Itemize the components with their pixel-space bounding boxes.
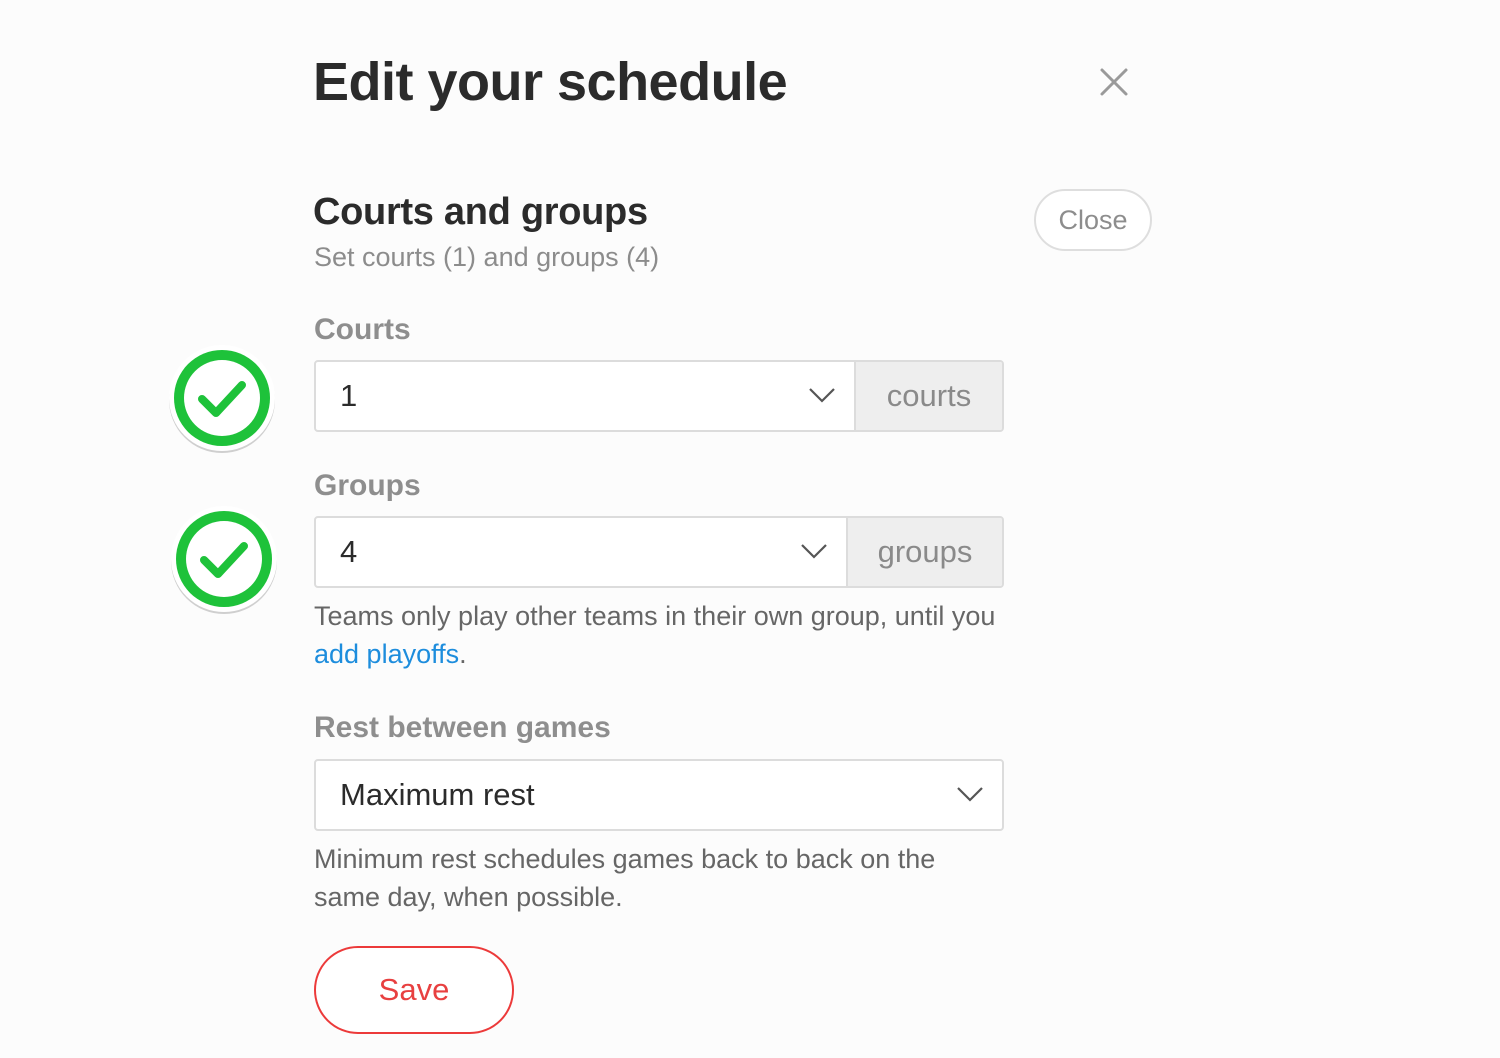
section-title: Courts and groups <box>313 191 648 233</box>
check-circle-icon <box>171 506 277 614</box>
courts-unit: courts <box>854 362 1002 430</box>
rest-field: Maximum rest <box>314 759 1004 831</box>
chevron-down-icon <box>809 388 835 403</box>
rest-select[interactable]: Maximum rest <box>316 761 1002 829</box>
courts-field: 1 courts <box>314 360 1004 432</box>
groups-unit: groups <box>846 518 1002 586</box>
close-button[interactable]: Close <box>1034 189 1152 251</box>
rest-value: Maximum rest <box>340 777 535 812</box>
page-title: Edit your schedule <box>313 52 788 112</box>
add-playoffs-link[interactable]: add playoffs <box>314 639 459 669</box>
groups-field: 4 groups <box>314 516 1004 588</box>
rest-help-text: Minimum rest schedules games back to bac… <box>314 844 936 912</box>
courts-label: Courts <box>314 313 411 346</box>
chevron-down-icon <box>957 787 983 802</box>
section-subtitle: Set courts (1) and groups (4) <box>314 242 660 272</box>
groups-label: Groups <box>314 469 421 502</box>
groups-select[interactable]: 4 <box>316 518 846 586</box>
close-icon[interactable] <box>1094 62 1134 102</box>
edit-schedule-page: Edit your schedule Courts and groups Set… <box>0 0 1500 1058</box>
check-circle-icon <box>169 345 275 453</box>
courts-value: 1 <box>340 378 358 413</box>
groups-value: 4 <box>340 534 358 569</box>
rest-label: Rest between games <box>314 711 611 744</box>
chevron-down-icon <box>801 544 827 559</box>
groups-help-text: Teams only play other teams in their own… <box>314 597 1014 673</box>
groups-help-prefix: Teams only play other teams in their own… <box>314 601 996 631</box>
courts-select[interactable]: 1 <box>316 362 854 430</box>
groups-help-suffix: . <box>459 639 467 669</box>
save-button[interactable]: Save <box>314 946 514 1034</box>
